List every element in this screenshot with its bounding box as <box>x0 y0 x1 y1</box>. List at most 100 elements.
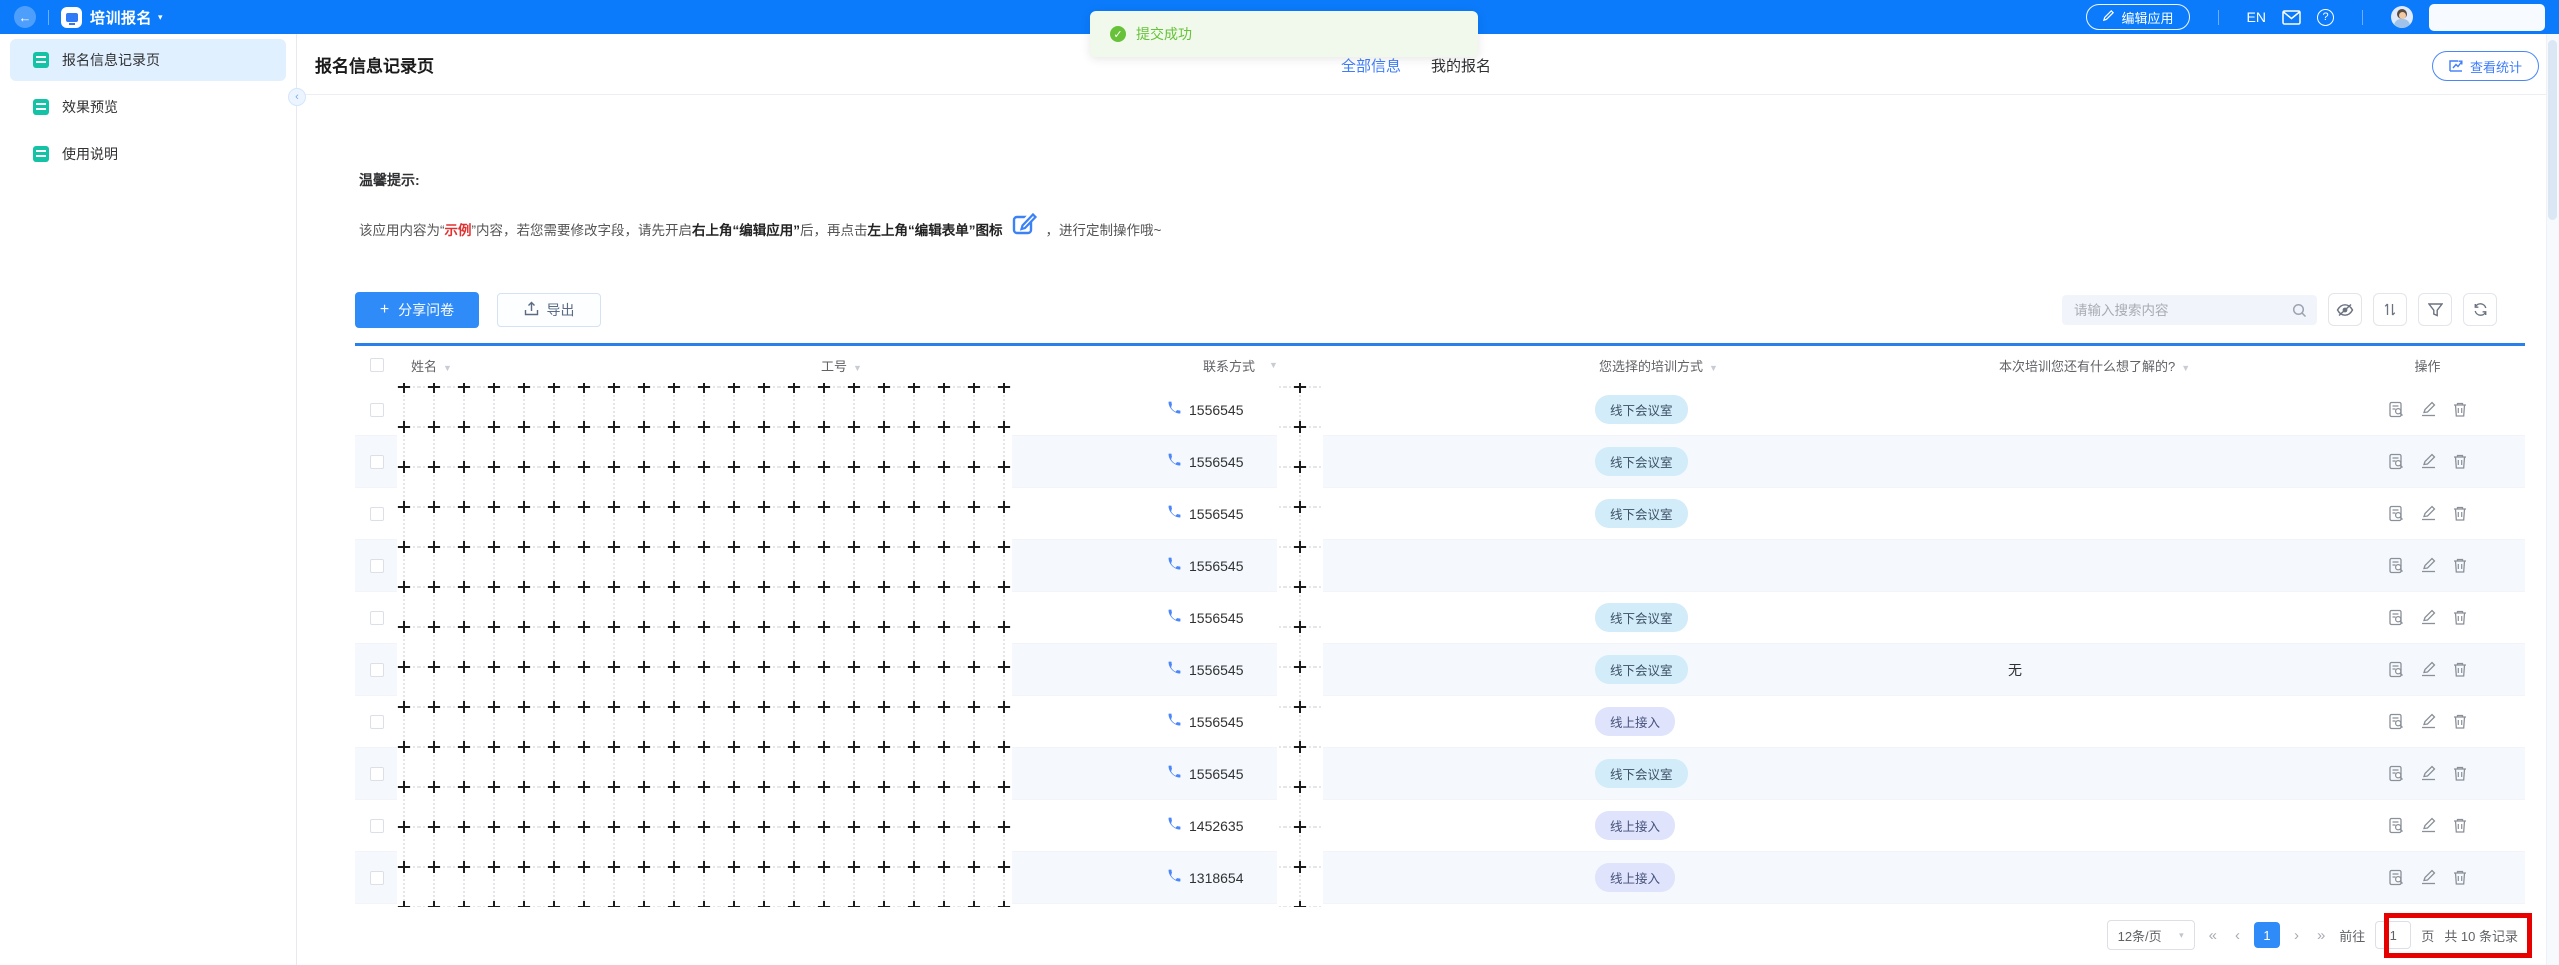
column-header-training-method[interactable]: 您选择的培训方式 ▼ <box>1555 356 1940 375</box>
scrollbar-thumb[interactable] <box>2548 40 2557 220</box>
phone-number: 1556545 <box>1189 661 1244 678</box>
main-content: 报名信息记录页 全部信息 我的报名 查看统计 温馨提示: 该应用内容为“ 示例 ”内… <box>297 34 2559 965</box>
avatar[interactable] <box>2391 6 2413 28</box>
page-size-select[interactable]: 12条/页 ▾ <box>2106 920 2195 950</box>
help-icon[interactable]: ? <box>2317 8 2334 26</box>
scrollbar-track[interactable] <box>2546 34 2559 965</box>
filter-button[interactable] <box>2418 293 2452 326</box>
row-checkbox[interactable] <box>370 506 384 521</box>
pagination: 12条/页 ▾ « ‹ 1 › » 前往 页 共 10 条记录 <box>2106 912 2518 958</box>
search-box <box>2062 295 2317 325</box>
edit-record-icon[interactable] <box>2420 557 2437 574</box>
goto-page-input[interactable] <box>2375 921 2412 949</box>
column-header-contact[interactable]: 联系方式 ▼ <box>1155 356 1555 375</box>
edit-record-icon[interactable] <box>2420 661 2437 678</box>
row-checkbox[interactable] <box>370 558 384 573</box>
cell-actions <box>2330 713 2525 730</box>
view-record-icon[interactable] <box>2388 817 2405 834</box>
last-page-button[interactable]: » <box>2313 927 2329 944</box>
cell-contact: 1556545 <box>1155 557 1555 574</box>
edit-record-icon[interactable] <box>2420 713 2437 730</box>
view-record-icon[interactable] <box>2388 609 2405 626</box>
phone-number: 1556545 <box>1189 505 1244 522</box>
view-record-icon[interactable] <box>2388 557 2405 574</box>
edit-app-button[interactable]: 编辑应用 <box>2085 4 2190 30</box>
delete-record-icon[interactable] <box>2452 557 2468 574</box>
back-button[interactable]: ← <box>14 6 36 28</box>
sort-button[interactable] <box>2373 293 2407 326</box>
row-checkbox[interactable] <box>370 818 384 833</box>
column-header-actions: 操作 <box>2414 358 2441 374</box>
row-checkbox[interactable] <box>370 402 384 417</box>
mail-icon[interactable] <box>2282 9 2301 25</box>
language-switch[interactable]: EN <box>2247 9 2266 25</box>
column-caret-icon[interactable]: ▼ <box>2181 363 2190 373</box>
column-caret-icon[interactable]: ▼ <box>1269 360 1278 370</box>
select-caret-icon: ▾ <box>2179 929 2184 940</box>
column-header-questions[interactable]: 本次培训您还有什么想了解的? ▼ <box>1940 356 2330 375</box>
delete-record-icon[interactable] <box>2452 817 2468 834</box>
edit-record-icon[interactable] <box>2420 765 2437 782</box>
first-page-button[interactable]: « <box>2205 927 2221 944</box>
search-input[interactable] <box>2062 302 2292 318</box>
edit-record-icon[interactable] <box>2420 609 2437 626</box>
row-checkbox[interactable] <box>370 662 384 677</box>
row-checkbox[interactable] <box>370 714 384 729</box>
next-page-button[interactable]: › <box>2290 927 2303 944</box>
delete-record-icon[interactable] <box>2452 765 2468 782</box>
sidebar-item-instructions[interactable]: 使用说明 <box>10 133 286 175</box>
tab-my-registration[interactable]: 我的报名 <box>1431 55 1491 76</box>
sidebar-item-preview[interactable]: 效果预览 <box>10 86 286 128</box>
column-header-employee-id[interactable]: 工号 ▼ <box>809 356 1155 375</box>
training-method-tag: 线上接入 <box>1595 707 1676 736</box>
delete-record-icon[interactable] <box>2452 869 2468 886</box>
edit-record-icon[interactable] <box>2420 401 2437 418</box>
delete-record-icon[interactable] <box>2452 609 2468 626</box>
export-button[interactable]: 导出 <box>497 293 601 327</box>
edit-record-icon[interactable] <box>2420 869 2437 886</box>
view-record-icon[interactable] <box>2388 869 2405 886</box>
app-title[interactable]: 培训报名 <box>90 7 152 28</box>
cell-training-method: 线下会议室 <box>1555 759 1940 788</box>
delete-record-icon[interactable] <box>2452 505 2468 522</box>
column-caret-icon[interactable]: ▼ <box>1709 363 1718 373</box>
training-method-tag: 线上接入 <box>1595 863 1676 892</box>
edit-record-icon[interactable] <box>2420 817 2437 834</box>
app-dropdown-caret-icon[interactable]: ▾ <box>158 12 163 23</box>
view-record-icon[interactable] <box>2388 505 2405 522</box>
row-checkbox[interactable] <box>370 870 384 885</box>
delete-record-icon[interactable] <box>2452 401 2468 418</box>
delete-record-icon[interactable] <box>2452 713 2468 730</box>
view-statistics-button[interactable]: 查看统计 <box>2431 51 2539 81</box>
edit-record-icon[interactable] <box>2420 505 2437 522</box>
column-header-name[interactable]: 姓名 ▼ <box>399 356 809 375</box>
refresh-button[interactable] <box>2463 293 2497 326</box>
view-record-icon[interactable] <box>2388 765 2405 782</box>
share-questionnaire-button[interactable]: + 分享问卷 <box>355 292 479 328</box>
delete-record-icon[interactable] <box>2452 453 2468 470</box>
view-record-icon[interactable] <box>2388 713 2405 730</box>
tab-all-info[interactable]: 全部信息 <box>1341 55 1401 76</box>
row-checkbox[interactable] <box>370 454 384 469</box>
cell-training-method: 线下会议室 <box>1555 395 1940 424</box>
view-record-icon[interactable] <box>2388 401 2405 418</box>
hide-columns-button[interactable] <box>2328 293 2362 326</box>
select-all-checkbox[interactable] <box>370 358 384 372</box>
view-record-icon[interactable] <box>2388 453 2405 470</box>
column-caret-icon[interactable]: ▼ <box>853 363 862 373</box>
row-checkbox[interactable] <box>370 610 384 625</box>
column-caret-icon[interactable]: ▼ <box>443 363 452 373</box>
form-page-icon <box>33 52 49 68</box>
view-record-icon[interactable] <box>2388 661 2405 678</box>
edit-record-icon[interactable] <box>2420 453 2437 470</box>
edit-form-icon[interactable] <box>1011 210 1038 240</box>
sidebar-item-record-page[interactable]: 报名信息记录页 <box>10 39 286 81</box>
prev-page-button[interactable]: ‹ <box>2231 927 2244 944</box>
table-toolbar: + 分享问卷 导出 <box>355 292 2525 330</box>
row-checkbox[interactable] <box>370 766 384 781</box>
sidebar-collapse-button[interactable]: ‹ <box>288 88 306 106</box>
cell-training-method: 线下会议室 <box>1555 499 1940 528</box>
current-page-button[interactable]: 1 <box>2253 922 2280 948</box>
delete-record-icon[interactable] <box>2452 661 2468 678</box>
search-icon[interactable] <box>2292 303 2307 318</box>
